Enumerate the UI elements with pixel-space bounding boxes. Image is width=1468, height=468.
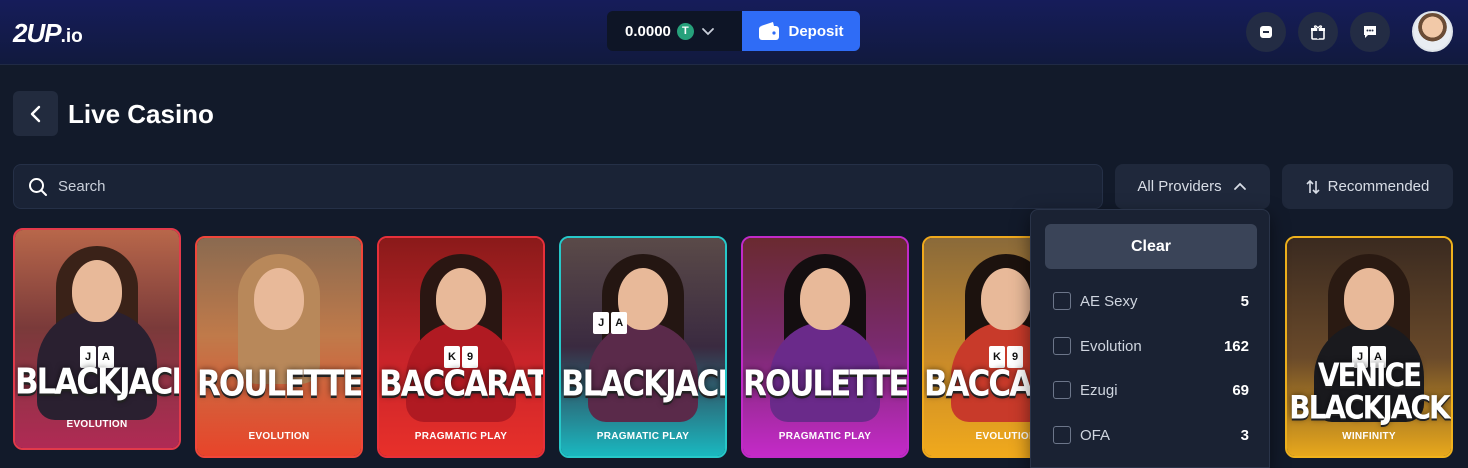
provider-count: 5: [1240, 292, 1249, 310]
provider-name: Ezugi: [1080, 381, 1118, 399]
sort-label: Recommended: [1327, 178, 1430, 195]
game-card[interactable]: JA VENICE BLACKJACK WINFINITY: [1285, 236, 1453, 458]
checkbox[interactable]: [1053, 381, 1071, 399]
bet-slip-button[interactable]: [1246, 12, 1286, 52]
game-title: VENICE BLACKJACK: [1287, 356, 1451, 427]
top-header: 2UP.io 0.0000 T Deposit: [0, 0, 1468, 65]
wallet-icon: [759, 22, 780, 40]
checkbox[interactable]: [1053, 337, 1071, 355]
chevron-up-icon: [1233, 182, 1246, 190]
game-title: BLACKJACK: [561, 363, 727, 405]
game-provider: EVOLUTION: [248, 431, 310, 442]
provider-name: Evolution: [1080, 337, 1142, 355]
search-icon: [29, 177, 47, 196]
logo-main-text: 2UP: [13, 18, 62, 48]
sort-icon: [1306, 179, 1320, 194]
search-bar[interactable]: [13, 164, 1103, 209]
game-provider: PRAGMATIC PLAY: [778, 431, 872, 442]
playing-cards-icon: JA: [593, 312, 628, 334]
game-card[interactable]: K9 BACCARAT PRAGMATIC PLAY: [377, 236, 545, 458]
game-title: ROULETTE: [743, 363, 908, 405]
rewards-button[interactable]: [1298, 12, 1338, 52]
game-title: ROULETTE: [197, 363, 362, 405]
game-title: BACCARAT: [379, 363, 545, 405]
chat-icon: [1364, 26, 1376, 38]
gift-icon: [1311, 25, 1325, 40]
providers-dropdown: Clear AE Sexy 5 Evolution 162 Ezugi 69 O…: [1030, 209, 1270, 468]
game-provider: PRAGMATIC PLAY: [596, 431, 690, 442]
search-input[interactable]: [58, 178, 958, 195]
chevron-left-icon: [30, 105, 40, 122]
game-title-line2: BLACKJACK: [1289, 388, 1450, 427]
sort-button[interactable]: Recommended: [1282, 164, 1453, 209]
deposit-button[interactable]: Deposit: [742, 11, 860, 51]
provider-option-evolution[interactable]: Evolution 162: [1053, 334, 1249, 358]
provider-count: 69: [1232, 381, 1249, 399]
provider-option-ae-sexy[interactable]: AE Sexy 5: [1053, 289, 1249, 313]
deposit-label: Deposit: [788, 22, 844, 40]
provider-count: 3: [1240, 426, 1249, 444]
ticket-icon: [1260, 26, 1272, 38]
game-provider: PRAGMATIC PLAY: [414, 431, 508, 442]
provider-name: OFA: [1080, 426, 1111, 444]
checkbox[interactable]: [1053, 292, 1071, 310]
logo-suffix-text: .io: [60, 26, 83, 47]
provider-option-ezugi[interactable]: Ezugi 69: [1053, 378, 1249, 402]
user-avatar[interactable]: [1412, 11, 1453, 52]
game-title: BLACKJACK: [15, 361, 181, 403]
clear-button[interactable]: Clear: [1045, 224, 1257, 269]
game-card[interactable]: ROULETTE EVOLUTION: [195, 236, 363, 458]
game-provider: WINFINITY: [1342, 431, 1396, 442]
back-button[interactable]: [13, 91, 58, 136]
game-title-line1: VENICE: [1317, 356, 1422, 395]
providers-filter-label: All Providers: [1137, 178, 1222, 195]
provider-name: AE Sexy: [1080, 292, 1138, 310]
balance-amount: 0.0000: [625, 22, 671, 40]
wallet-balance-selector[interactable]: 0.0000 T: [607, 11, 743, 51]
provider-count: 162: [1223, 337, 1249, 355]
game-card[interactable]: JA BLACKJACK PRAGMATIC PLAY: [559, 236, 727, 458]
provider-option-ofa[interactable]: OFA 3: [1053, 423, 1249, 447]
page-title: Live Casino: [68, 99, 214, 129]
chat-button[interactable]: [1350, 12, 1390, 52]
providers-filter-button[interactable]: All Providers: [1115, 164, 1270, 209]
checkbox[interactable]: [1053, 426, 1071, 444]
game-provider: EVOLUTION: [66, 419, 128, 430]
tether-coin-icon: T: [676, 22, 694, 40]
game-card[interactable]: ROULETTE PRAGMATIC PLAY: [741, 236, 909, 458]
game-card[interactable]: JA BLACKJACK EVOLUTION: [13, 228, 181, 450]
site-logo[interactable]: 2UP.io: [13, 18, 83, 49]
chevron-down-icon: [701, 28, 714, 36]
